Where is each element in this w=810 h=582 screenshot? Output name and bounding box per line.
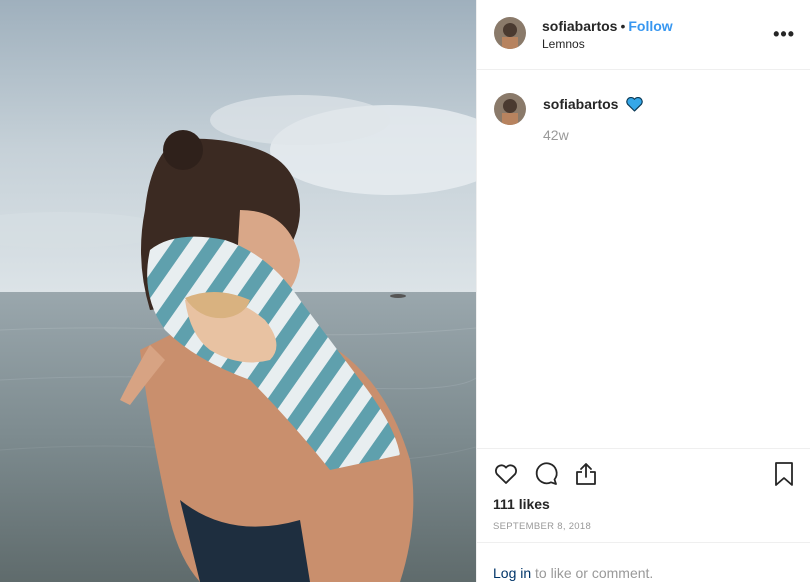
avatar-image (494, 93, 526, 125)
post-actions: 111 likes SEPTEMBER 8, 2018 (477, 448, 810, 542)
follow-button[interactable]: Follow (628, 18, 672, 34)
avatar-image (494, 17, 526, 49)
caption-user-line: sofiabartos (543, 96, 644, 112)
heart-icon[interactable] (493, 461, 519, 487)
post-header: sofiabartos • Follow Lemnos ••• (477, 0, 810, 70)
more-options-icon[interactable]: ••• (773, 25, 795, 43)
caption-timestamp[interactable]: 42w (543, 127, 569, 143)
photo-illustration (0, 0, 476, 582)
post-date[interactable]: SEPTEMBER 8, 2018 (493, 521, 591, 532)
separator-dot: • (620, 18, 626, 34)
avatar[interactable] (494, 17, 526, 49)
location-link[interactable]: Lemnos (542, 37, 585, 51)
caption-username-link[interactable]: sofiabartos (543, 96, 618, 112)
header-user-line: sofiabartos • Follow (542, 18, 673, 34)
login-prompt-text: to like or comment. (531, 565, 654, 581)
post-side-panel: sofiabartos • Follow Lemnos ••• sofiabarto… (476, 0, 810, 582)
bookmark-icon[interactable] (771, 461, 797, 487)
login-link[interactable]: Log in (493, 565, 531, 581)
post-photo[interactable] (0, 0, 476, 582)
login-prompt: Log in to like or comment. (477, 542, 810, 582)
username-link[interactable]: sofiabartos (542, 18, 617, 34)
blue-heart-icon (626, 96, 644, 112)
likes-count[interactable]: 111 likes (493, 496, 550, 512)
share-icon[interactable] (573, 461, 599, 487)
caption-avatar[interactable] (494, 93, 526, 125)
comment-icon[interactable] (533, 461, 559, 487)
